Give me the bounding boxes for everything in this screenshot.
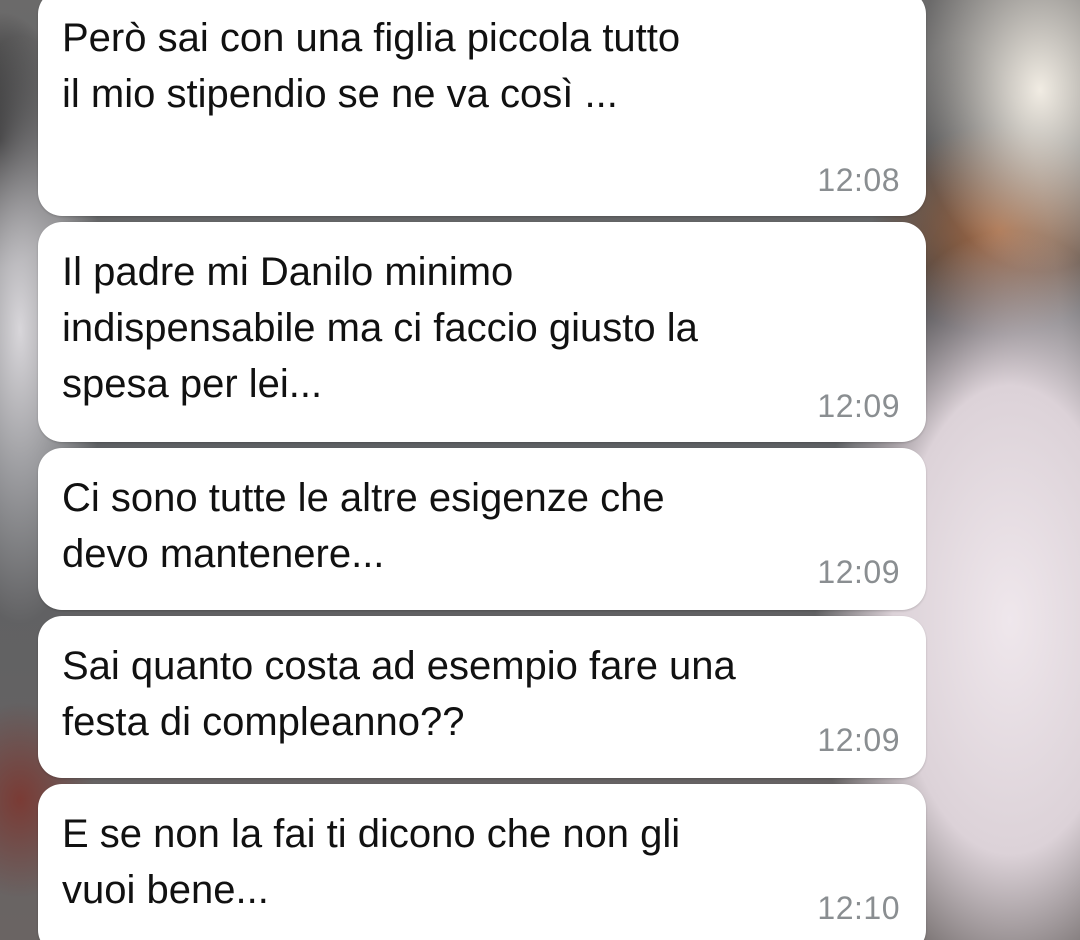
message-bubble[interactable]: Ci sono tutte le altre esigenze che devo… (38, 448, 926, 610)
message-timestamp: 12:09 (817, 722, 900, 758)
message-text: Sai quanto costa ad esempio fare una fes… (62, 644, 736, 744)
message-text: Il padre mi Danilo minimo indispensabile… (62, 250, 698, 406)
message-text: Però sai con una figlia piccola tutto il… (62, 16, 681, 116)
message-bubble[interactable]: Il padre mi Danilo minimo indispensabile… (38, 222, 926, 442)
message-timestamp: 12:10 (817, 890, 900, 926)
message-text: E se non la fai ti dicono che non gli vu… (62, 812, 681, 912)
message-bubble[interactable]: E se non la fai ti dicono che non gli vu… (38, 784, 926, 940)
message-list[interactable]: Però sai con una figlia piccola tutto il… (0, 0, 1080, 940)
message-timestamp: 12:09 (817, 554, 900, 590)
message-timestamp: 12:09 (817, 388, 900, 424)
message-text: Ci sono tutte le altre esigenze che devo… (62, 476, 665, 576)
message-bubble[interactable]: Però sai con una figlia piccola tutto il… (38, 0, 926, 216)
message-bubble[interactable]: Sai quanto costa ad esempio fare una fes… (38, 616, 926, 778)
message-timestamp: 12:08 (817, 162, 900, 198)
